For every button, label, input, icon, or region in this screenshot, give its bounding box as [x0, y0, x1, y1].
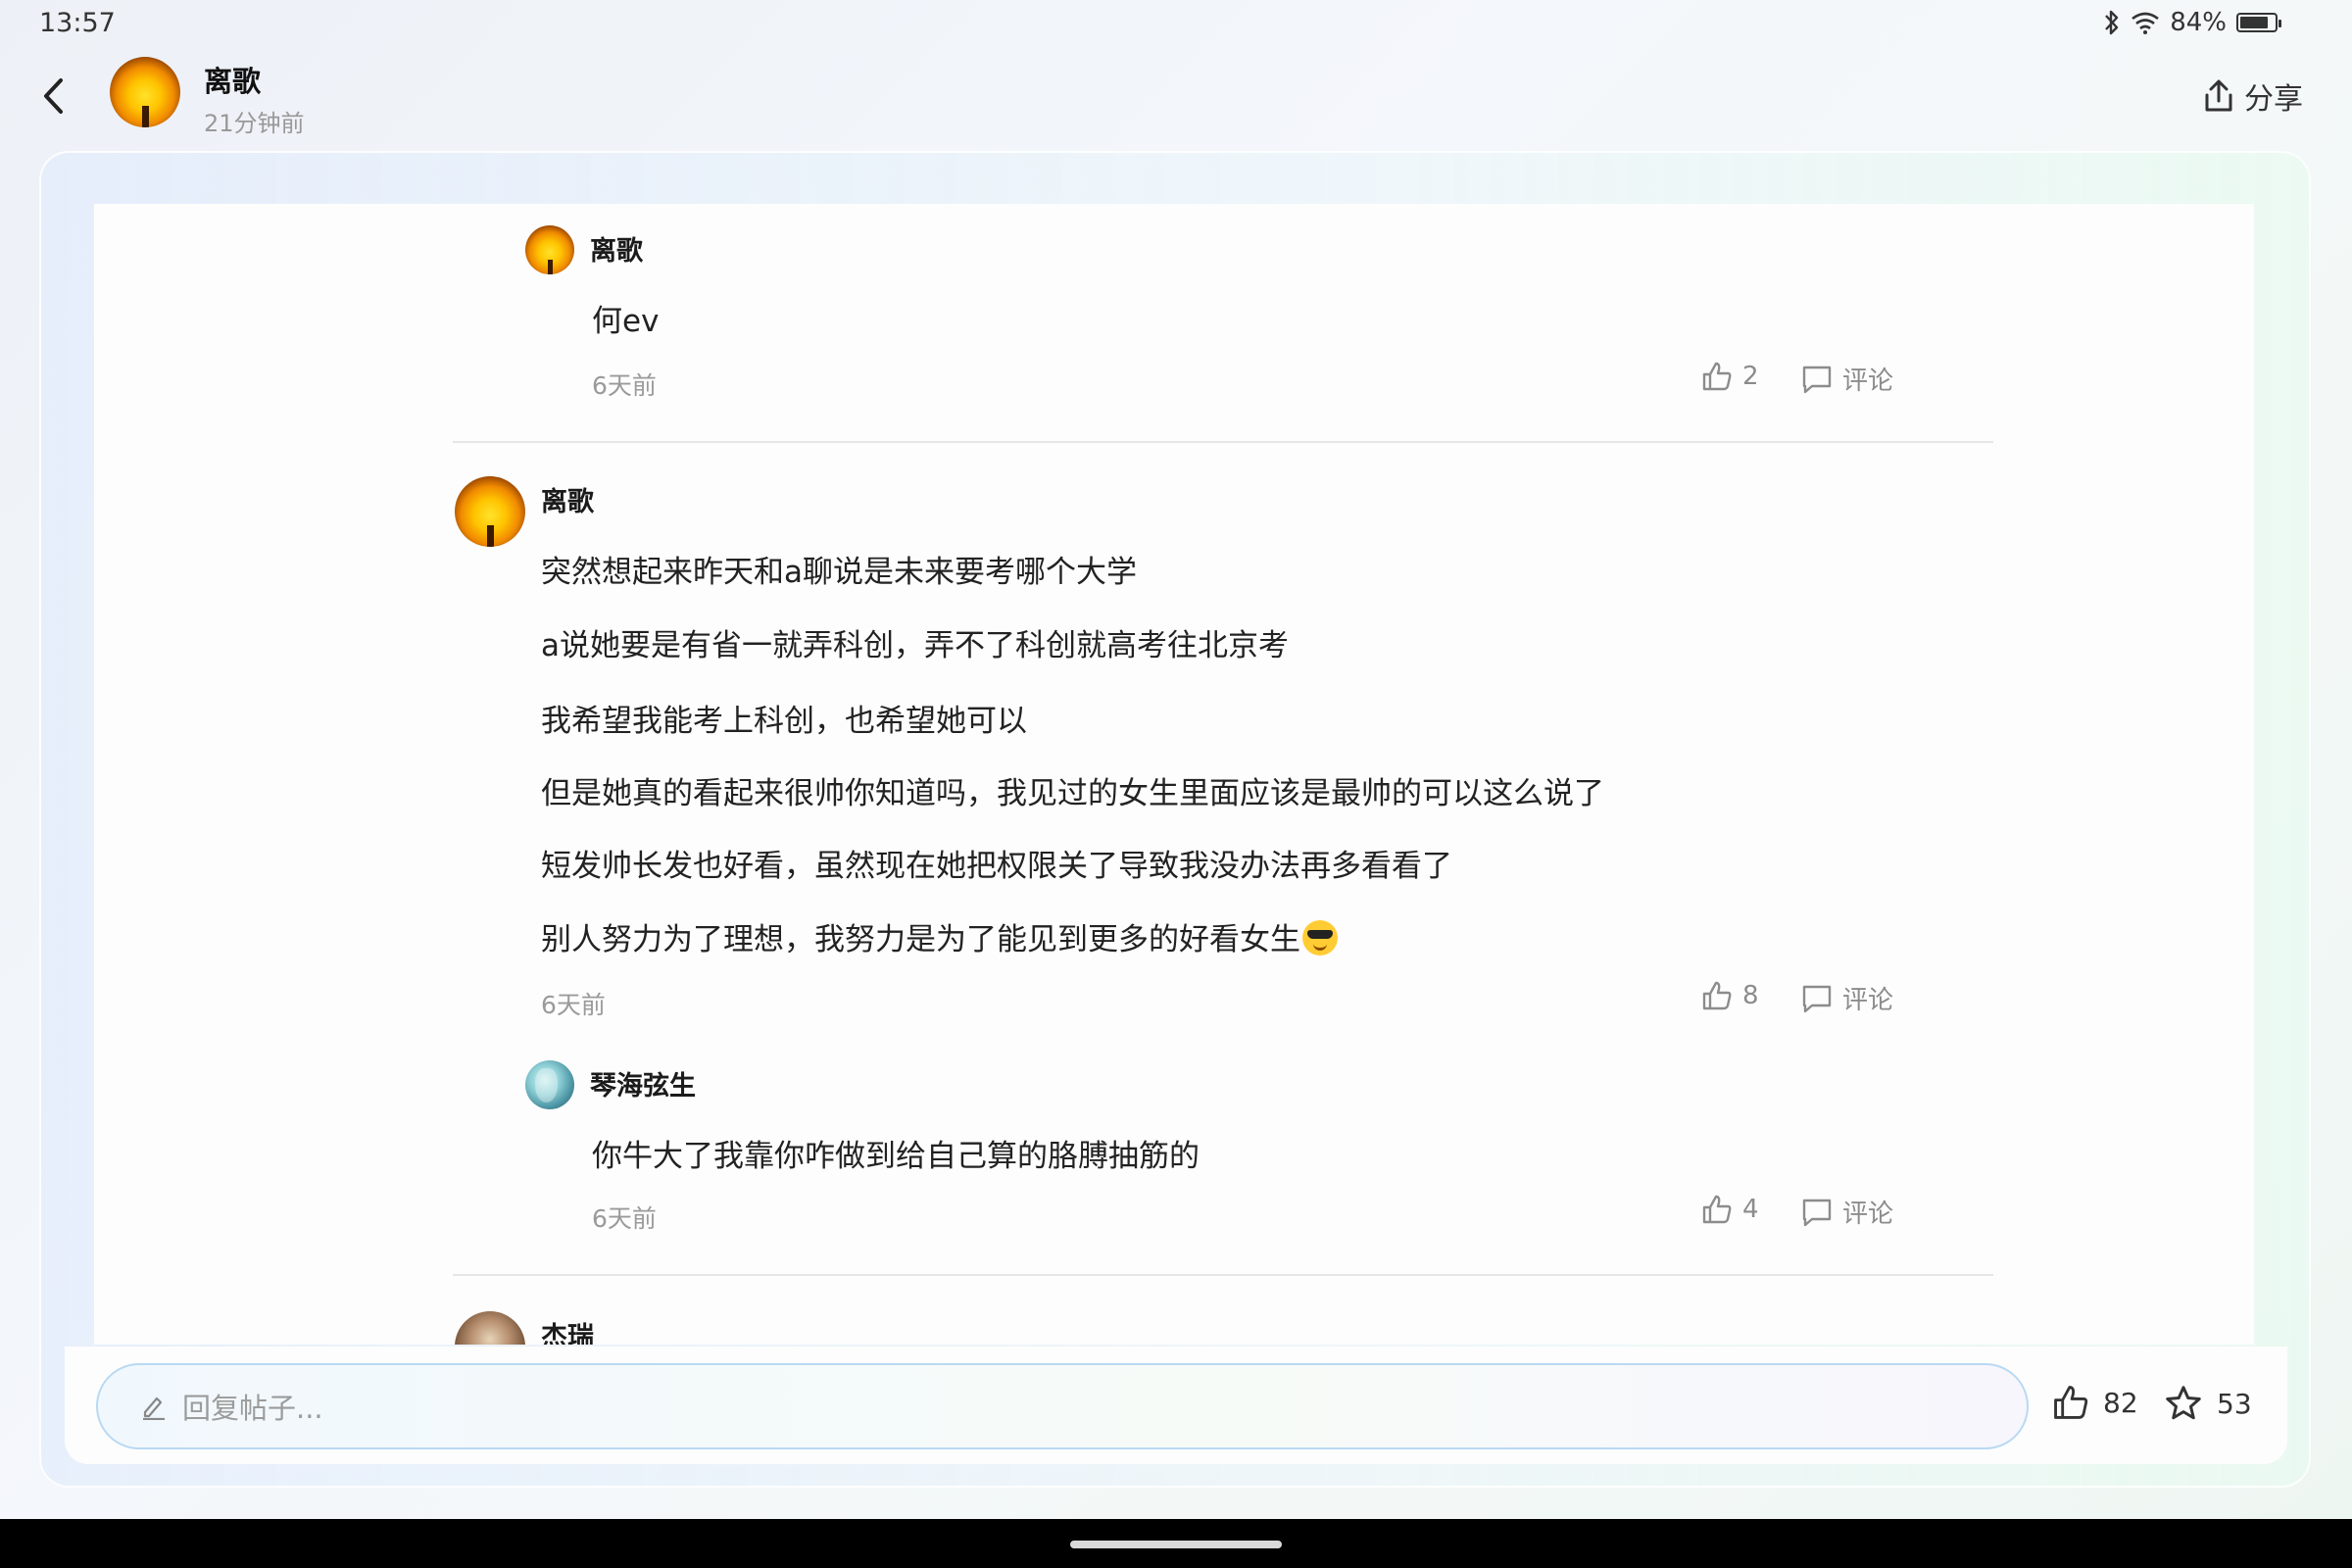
thumb-up-icon — [1702, 1195, 1732, 1224]
post-like-count: 82 — [2103, 1386, 2138, 1419]
like-count: 4 — [1742, 1195, 1759, 1224]
post-favorite-count: 53 — [2217, 1387, 2252, 1420]
comment-text-line: 我希望我能考上科创，也希望她可以 — [541, 704, 1027, 739]
comment-text-last-line: 别人努力为了理想，我努力是为了能见到更多的好看女生 — [541, 914, 1338, 958]
comment-bubble-icon — [1802, 366, 1832, 393]
comment-avatar[interactable] — [525, 1060, 574, 1109]
comment-avatar[interactable] — [455, 476, 525, 547]
post-favorite-button[interactable]: 53 — [2164, 1384, 2252, 1423]
star-icon — [2166, 1386, 2201, 1420]
comment-bubble-icon — [1802, 1199, 1832, 1226]
battery-percent: 84% — [2170, 8, 2227, 37]
like-count: 2 — [1742, 362, 1759, 391]
back-button[interactable] — [29, 69, 76, 123]
bluetooth-icon — [2105, 10, 2119, 35]
home-indicator[interactable] — [1070, 1541, 1282, 1548]
comment-label: 评论 — [1842, 367, 1894, 396]
comment-label: 评论 — [1842, 1200, 1894, 1229]
like-count: 8 — [1742, 981, 1759, 1010]
comment-text-line: 突然想起来昨天和a聊说是未来要考哪个大学 — [541, 555, 1137, 590]
comment-time: 6天前 — [592, 1204, 657, 1233]
comment-button[interactable]: 评论 — [1801, 361, 1893, 397]
comment-button[interactable]: 评论 — [1801, 980, 1893, 1016]
comment-time: 6天前 — [541, 991, 606, 1019]
back-arrow-icon — [44, 78, 63, 114]
comment-text-line: 短发帅长发也好看，虽然现在她把权限关了导致我没办法再多看看了 — [541, 849, 1452, 884]
comment-author[interactable]: 离歌 — [590, 229, 643, 268]
author-name[interactable]: 离歌 — [204, 59, 261, 100]
share-button[interactable]: 分享 — [2203, 74, 2303, 118]
like-button[interactable]: 2 — [1701, 361, 1759, 392]
post-like-button[interactable]: 82 — [2052, 1384, 2138, 1421]
comment-text-line: 但是她真的看起来很帅你知道吗，我见过的女生里面应该是最帅的可以这么说了 — [541, 776, 1604, 811]
reply-input[interactable]: 回复帖子... — [96, 1363, 2029, 1449]
comment-button[interactable]: 评论 — [1801, 1194, 1893, 1230]
divider — [453, 1274, 1993, 1276]
sunglasses-emoji-icon — [1302, 920, 1338, 956]
comment-text-line: a说她要是有省一就弄科创，弄不了科创就高考往北京考 — [541, 628, 1289, 663]
comment-list[interactable]: 离歌 何ev 6天前 2 评论 离歌 突然想起来昨天和a聊说是未来要考哪个大学 … — [94, 204, 2254, 1345]
comment-author[interactable]: 琴海弦生 — [590, 1064, 696, 1102]
comment-avatar[interactable] — [455, 1311, 525, 1345]
status-indicators: 84% — [2103, 8, 2281, 37]
reply-placeholder: 回复帖子... — [182, 1392, 323, 1425]
thumb-up-icon — [1702, 981, 1732, 1010]
author-avatar[interactable] — [110, 57, 180, 127]
pencil-icon — [143, 1396, 165, 1420]
comment-author[interactable]: 杰瑞 — [541, 1315, 594, 1345]
divider — [453, 441, 1993, 443]
comment-author[interactable]: 离歌 — [541, 480, 594, 518]
comment-text: 何ev — [592, 304, 660, 339]
comment-bubble-icon — [1802, 985, 1832, 1012]
post-time: 21分钟前 — [204, 110, 305, 137]
comment-label: 评论 — [1842, 986, 1894, 1015]
comment-avatar[interactable] — [525, 225, 574, 274]
comment-time: 6天前 — [592, 371, 657, 400]
comment-text: 你牛大了我靠你咋做到给自己算的胳膊抽筋的 — [592, 1139, 1200, 1174]
share-icon — [2205, 79, 2232, 112]
status-time: 13:57 — [39, 8, 116, 38]
comment-text-line: 别人努力为了理想，我努力是为了能见到更多的好看女生 — [541, 922, 1300, 957]
wifi-icon — [2132, 12, 2159, 34]
like-button[interactable]: 8 — [1701, 980, 1759, 1011]
thumb-up-icon — [2054, 1386, 2088, 1419]
like-button[interactable]: 4 — [1701, 1194, 1759, 1225]
share-label: 分享 — [2244, 82, 2303, 117]
battery-icon — [2236, 13, 2281, 32]
thumb-up-icon — [1702, 362, 1732, 391]
